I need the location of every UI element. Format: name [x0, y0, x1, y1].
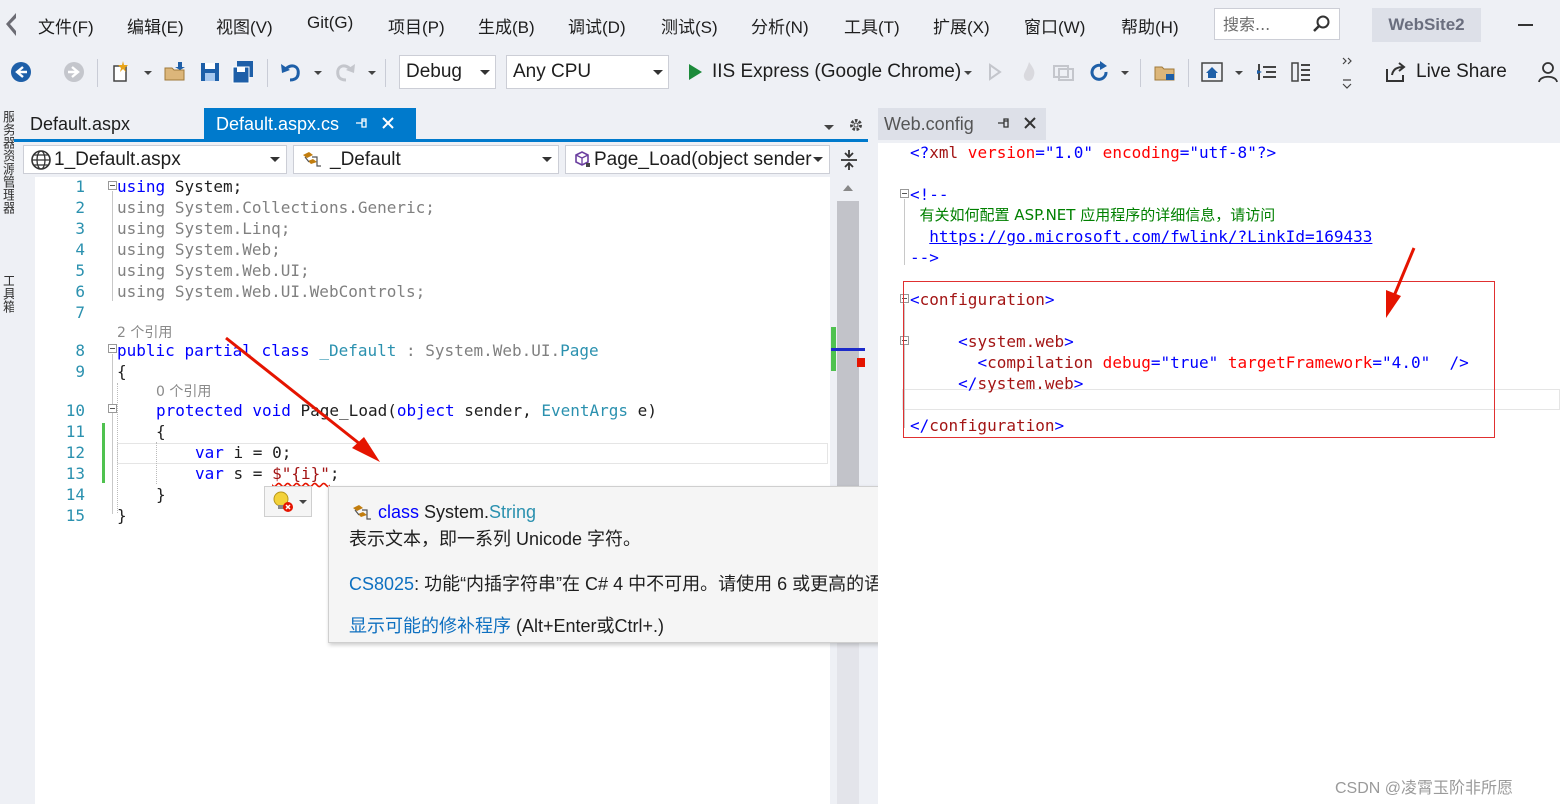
annotation-arrow: [1386, 247, 1416, 318]
annotation-arrows: [225, 247, 1416, 462]
annotation-arrow: [225, 336, 380, 462]
watermark: CSDN @凌霄玉阶非所愿: [1335, 780, 1514, 797]
